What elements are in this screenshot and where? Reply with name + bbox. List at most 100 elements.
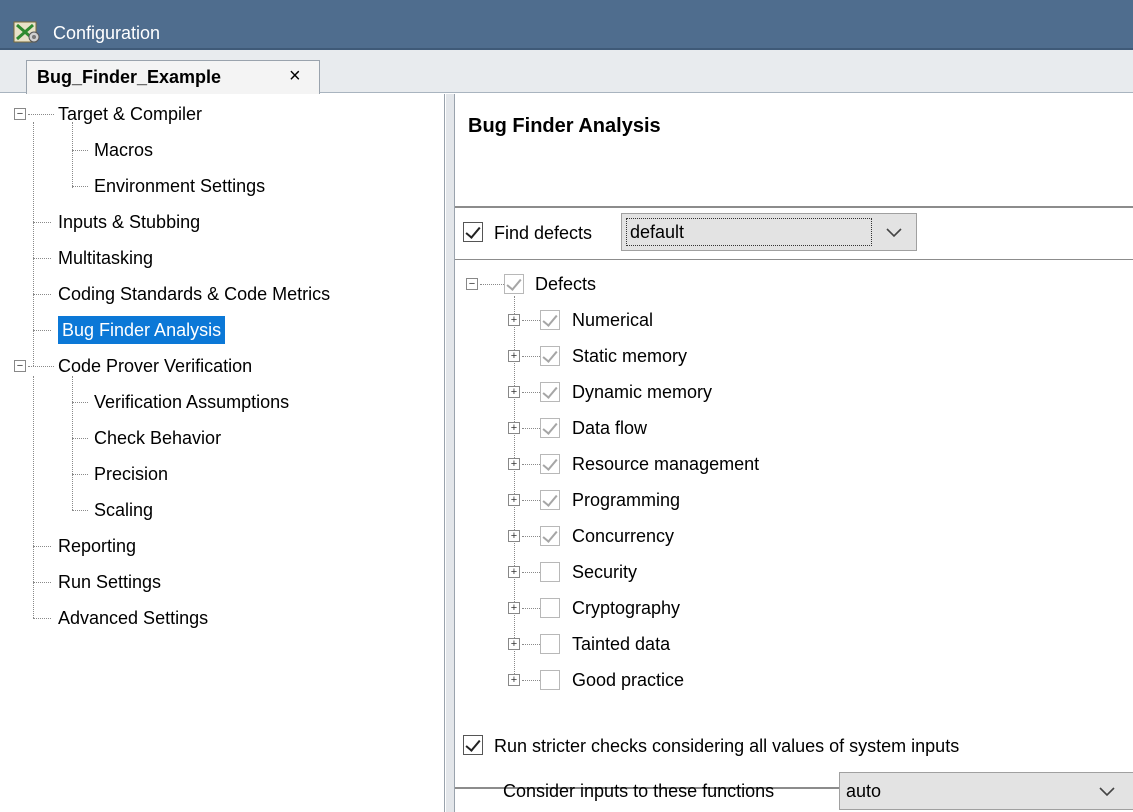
expand-icon[interactable]: + — [508, 458, 520, 470]
find-defects-label: Find defects — [494, 223, 593, 243]
defect-category-numerical[interactable]: + Numerical — [508, 306, 653, 336]
pane-splitter[interactable] — [446, 94, 455, 812]
defects-root[interactable]: − Defects — [466, 270, 596, 300]
expand-icon[interactable]: + — [508, 422, 520, 434]
tree-item-label: Environment Settings — [94, 176, 266, 196]
defect-checkbox[interactable] — [540, 490, 560, 510]
tree-connector — [522, 320, 540, 321]
consider-inputs-row: Consider inputs to these functions auto — [455, 770, 1133, 810]
stricter-checks-checkbox[interactable] — [463, 735, 483, 755]
expand-icon[interactable]: + — [508, 350, 520, 362]
defect-category-concurrency[interactable]: + Concurrency — [508, 522, 674, 552]
defect-category-programming[interactable]: + Programming — [508, 486, 680, 516]
stricter-checks-label: Run stricter checks considering all valu… — [494, 736, 960, 756]
window-titlebar: Configuration — [0, 0, 1133, 50]
find-defects-row: Find defects default — [455, 208, 1133, 258]
tree-item-bug-finder-analysis[interactable]: Bug Finder Analysis — [33, 316, 226, 346]
tree-item-macros[interactable]: Macros — [72, 136, 153, 166]
tree-item-reporting[interactable]: Reporting — [33, 532, 136, 562]
defect-label: Data flow — [572, 418, 648, 438]
expand-icon[interactable]: + — [508, 314, 520, 326]
defect-label: Dynamic memory — [572, 382, 713, 402]
defect-category-cryptography[interactable]: + Cryptography — [508, 594, 680, 624]
defects-root-checkbox[interactable] — [504, 274, 524, 294]
expand-icon[interactable]: + — [508, 386, 520, 398]
tree-item-label: Check Behavior — [94, 428, 222, 448]
dropdown-value: auto — [846, 781, 882, 801]
defect-checkbox[interactable] — [540, 670, 560, 690]
defect-category-static-memory[interactable]: + Static memory — [508, 342, 687, 372]
find-defects-checkbox[interactable] — [463, 222, 483, 242]
tree-item-label: Coding Standards & Code Metrics — [58, 284, 331, 304]
tree-item-label: Run Settings — [58, 572, 162, 592]
defect-category-good-practice[interactable]: + Good practice — [508, 666, 684, 696]
tree-item-label: Advanced Settings — [58, 608, 209, 628]
tree-item-verification-assumptions[interactable]: Verification Assumptions — [72, 388, 289, 418]
expand-icon[interactable]: + — [508, 602, 520, 614]
tree-item-coding-standards[interactable]: Coding Standards & Code Metrics — [33, 280, 330, 310]
defect-category-tainted-data[interactable]: + Tainted data — [508, 630, 670, 660]
tree-item-scaling[interactable]: Scaling — [72, 496, 153, 526]
tree-connector — [33, 618, 51, 619]
collapse-icon[interactable]: − — [14, 360, 26, 372]
tree-item-label: Bug Finder Analysis — [58, 316, 226, 344]
defect-category-resource-management[interactable]: + Resource management — [508, 450, 759, 480]
expand-icon[interactable]: + — [508, 494, 520, 506]
tree-connector — [33, 258, 51, 259]
tree-item-advanced-settings[interactable]: Advanced Settings — [33, 604, 208, 634]
tree-connector — [72, 150, 88, 151]
tree-item-multitasking[interactable]: Multitasking — [33, 244, 153, 274]
defect-checkbox[interactable] — [540, 382, 560, 402]
bug-finder-panel: Bug Finder Analysis Find defects default… — [455, 94, 1133, 812]
tab-bug-finder-example[interactable]: Bug_Finder_Example × — [26, 60, 320, 94]
consider-inputs-label: Consider inputs to these functions — [503, 781, 775, 801]
collapse-icon[interactable]: − — [14, 108, 26, 120]
tree-item-check-behavior[interactable]: Check Behavior — [72, 424, 221, 454]
window-title: Configuration — [53, 23, 161, 43]
tree-item-environment-settings[interactable]: Environment Settings — [72, 172, 265, 202]
tree-connector — [480, 284, 504, 285]
tree-connector — [33, 294, 51, 295]
defect-label: Tainted data — [572, 634, 671, 654]
defect-label: Security — [572, 562, 638, 582]
tree-item-label: Code Prover Verification — [58, 356, 253, 376]
defect-category-data-flow[interactable]: + Data flow — [508, 414, 647, 444]
defect-checkbox[interactable] — [540, 310, 560, 330]
expand-icon[interactable]: + — [508, 674, 520, 686]
tree-item-precision[interactable]: Precision — [72, 460, 168, 490]
configuration-app-icon — [13, 21, 40, 43]
defect-checkbox[interactable] — [540, 454, 560, 474]
consider-inputs-dropdown[interactable]: auto — [839, 772, 1133, 810]
tree-item-target-compiler[interactable]: − Target & Compiler — [14, 100, 202, 130]
defect-checkbox[interactable] — [540, 526, 560, 546]
tree-item-code-prover-verification[interactable]: − Code Prover Verification — [14, 352, 252, 382]
defect-checkbox[interactable] — [540, 346, 560, 366]
tree-connector — [33, 330, 51, 331]
defect-label: Programming — [572, 490, 681, 510]
tree-connector — [72, 510, 88, 511]
defect-checkbox[interactable] — [540, 598, 560, 618]
expand-icon[interactable]: + — [508, 638, 520, 650]
tree-item-label: Inputs & Stubbing — [58, 212, 201, 232]
close-icon[interactable]: × — [289, 64, 301, 88]
expand-icon[interactable]: + — [508, 530, 520, 542]
defect-category-security[interactable]: + Security — [508, 558, 637, 588]
tree-connector — [72, 438, 88, 439]
tree-connector — [33, 546, 51, 547]
dropdown-value: default — [626, 218, 872, 246]
defect-label: Concurrency — [572, 526, 675, 546]
defect-category-dynamic-memory[interactable]: + Dynamic memory — [508, 378, 712, 408]
defect-label: Static memory — [572, 346, 688, 366]
tree-item-run-settings[interactable]: Run Settings — [33, 568, 161, 598]
defect-label: Resource management — [572, 454, 760, 474]
expand-icon[interactable]: + — [508, 566, 520, 578]
find-defects-dropdown[interactable]: default — [621, 213, 917, 251]
defect-checkbox[interactable] — [540, 634, 560, 654]
collapse-icon[interactable]: − — [466, 278, 478, 290]
tree-item-label: Precision — [94, 464, 169, 484]
defect-checkbox[interactable] — [540, 418, 560, 438]
defect-label: Good practice — [572, 670, 685, 690]
defect-checkbox[interactable] — [540, 562, 560, 582]
tree-item-inputs-stubbing[interactable]: Inputs & Stubbing — [33, 208, 200, 238]
stricter-checks-row: Run stricter checks considering all valu… — [455, 726, 1133, 766]
